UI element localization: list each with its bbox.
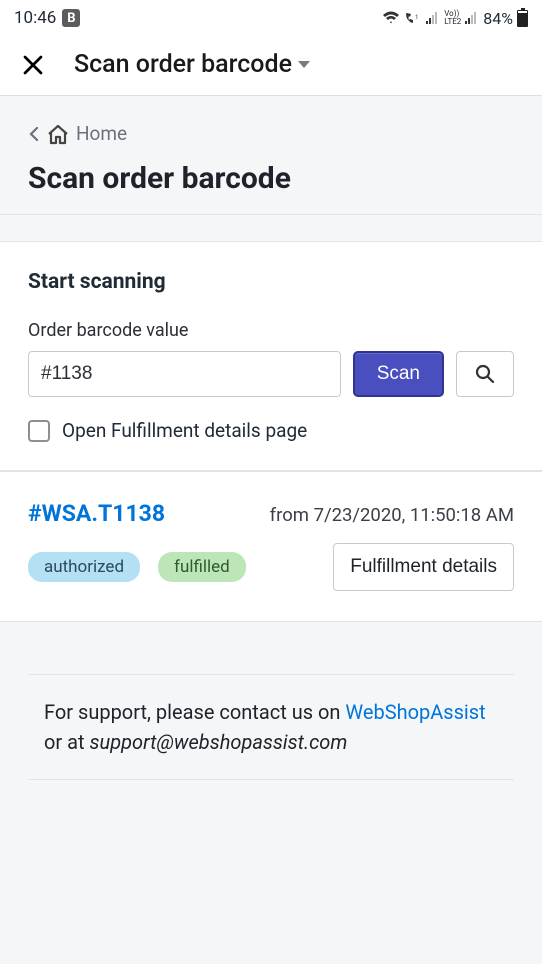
- search-icon: [474, 363, 496, 385]
- order-date: from 7/23/2020, 11:50:18 AM: [270, 504, 514, 526]
- page-title: Scan order barcode: [28, 161, 514, 196]
- status-left: 10:46 B: [14, 8, 80, 28]
- home-icon: [46, 123, 70, 145]
- support-email: support@webshopassist.com: [90, 730, 348, 754]
- signal-1-icon: [426, 12, 440, 24]
- support-text: For support, please contact us on WebSho…: [28, 674, 514, 780]
- barcode-input[interactable]: [28, 351, 341, 397]
- header-title-text: Scan order barcode: [74, 50, 292, 79]
- support-link[interactable]: WebShopAssist: [345, 700, 485, 724]
- chevron-left-icon: [28, 125, 40, 143]
- call-icon: 1: [404, 11, 422, 25]
- support-section: For support, please contact us on WebSho…: [0, 674, 542, 780]
- barcode-input-row: Scan: [28, 351, 514, 397]
- status-badge-authorized: authorized: [28, 552, 140, 582]
- app-indicator-icon: B: [62, 9, 80, 27]
- status-right: 1 Vo))LTE2 84%: [382, 9, 528, 28]
- open-fulfillment-label: Open Fulfillment details page: [62, 419, 307, 442]
- app-header: Scan order barcode: [0, 36, 542, 96]
- wifi-icon: [382, 11, 400, 25]
- status-badge-fulfilled: fulfilled: [158, 552, 246, 582]
- order-top-row: #WSA.T1138 from 7/23/2020, 11:50:18 AM: [28, 500, 514, 527]
- svg-text:1: 1: [415, 14, 418, 21]
- chevron-down-icon: [298, 61, 310, 68]
- breadcrumb-home-label: Home: [76, 122, 127, 145]
- network-label-icon: Vo))LTE2: [444, 10, 461, 26]
- scan-card: Start scanning Order barcode value Scan …: [0, 241, 542, 471]
- status-battery-text: 84%: [483, 9, 513, 28]
- content-header: Home Scan order barcode: [0, 96, 542, 215]
- open-fulfillment-checkbox[interactable]: [28, 420, 50, 442]
- header-title-dropdown[interactable]: Scan order barcode: [74, 50, 310, 79]
- order-card: #WSA.T1138 from 7/23/2020, 11:50:18 AM a…: [0, 471, 542, 622]
- status-time: 10:46: [14, 8, 56, 28]
- signal-2-icon: [465, 12, 479, 24]
- scan-section-title: Start scanning: [28, 270, 514, 294]
- search-button[interactable]: [456, 351, 514, 397]
- status-bar: 10:46 B 1 Vo))LTE2 84%: [0, 0, 542, 36]
- scan-button[interactable]: Scan: [353, 351, 444, 397]
- open-fulfillment-checkbox-row[interactable]: Open Fulfillment details page: [28, 419, 514, 442]
- barcode-field-label: Order barcode value: [28, 320, 514, 341]
- order-name-link[interactable]: #WSA.T1138: [28, 500, 165, 527]
- breadcrumb[interactable]: Home: [28, 122, 514, 145]
- order-bottom-row: authorized fulfilled Fulfillment details: [28, 543, 514, 591]
- close-icon[interactable]: [20, 52, 46, 78]
- battery-icon: [517, 10, 528, 27]
- fulfillment-details-button[interactable]: Fulfillment details: [333, 543, 514, 591]
